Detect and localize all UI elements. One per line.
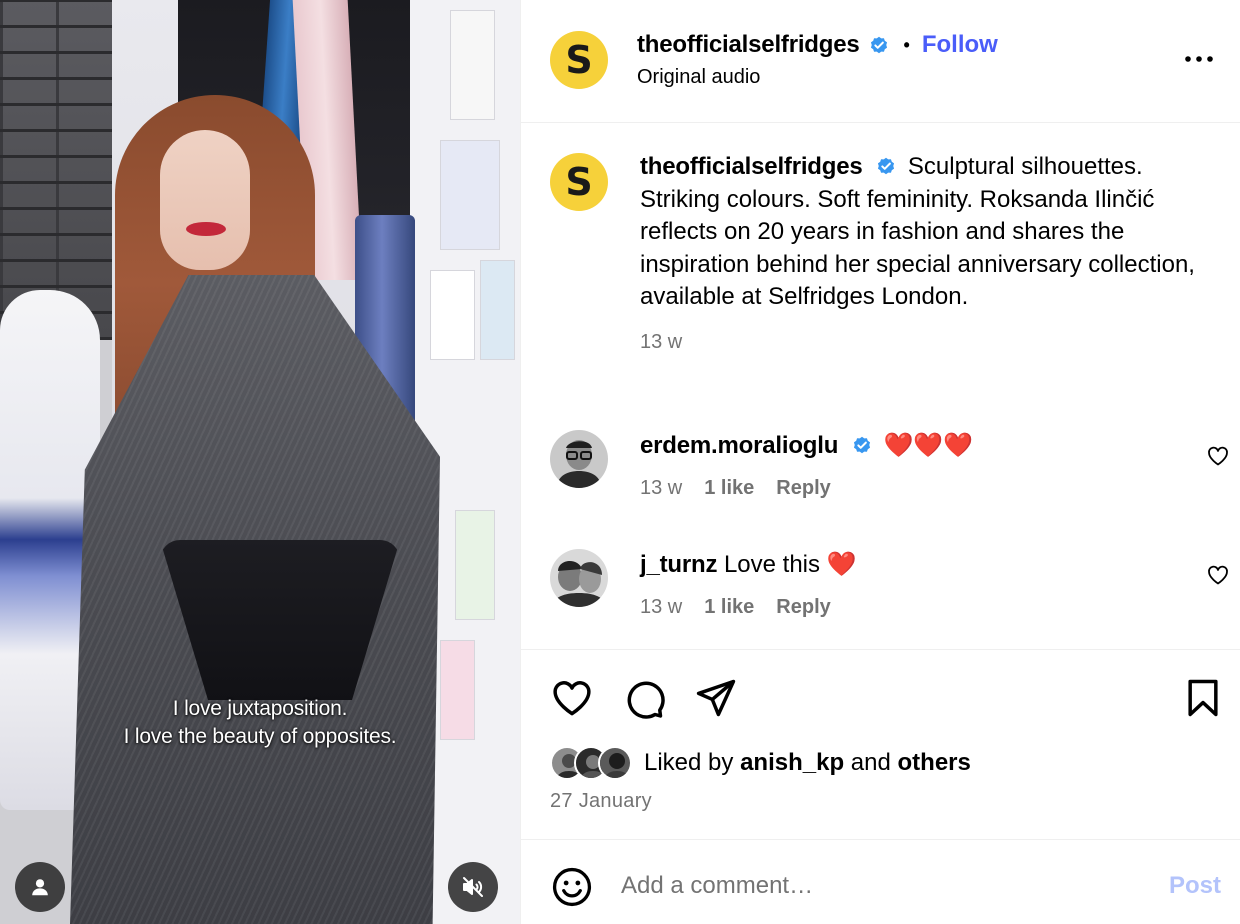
comment-username[interactable]: j_turnz (640, 551, 717, 578)
comment-meta: 13 w 1 like Reply (640, 477, 831, 500)
person-icon (32, 879, 48, 896)
avatar-photo (550, 430, 608, 488)
like-heart-icon[interactable] (550, 676, 594, 720)
caption-body: theofficialselfridges Sculptural silhoue… (640, 151, 1200, 358)
comment-username[interactable]: erdem.moralioglu (640, 432, 838, 459)
caption-timestamp[interactable]: 13 w (640, 326, 1200, 359)
comment-bubble-icon[interactable] (622, 676, 666, 720)
comment-meta: 13 w 1 like Reply (640, 596, 831, 619)
comment-text-row: erdem.moralioglu ❤️❤️❤️ (640, 430, 973, 462)
video-subtitles: I love juxtaposition. I love the beauty … (0, 695, 520, 751)
avatar-letter: S (565, 38, 593, 82)
liked-by-others-link[interactable]: others (898, 749, 971, 776)
author-username[interactable]: theofficialselfridges (637, 31, 860, 59)
post-actions: Liked by anish_kp and others 27 January (521, 649, 1240, 839)
comment-likes[interactable]: 1 like (704, 596, 754, 619)
verified-badge-icon (878, 157, 895, 175)
comment-timestamp[interactable]: 13 w (640, 477, 682, 500)
subtitle-line: I love juxtaposition. (172, 697, 348, 720)
comment-composer: Post (521, 839, 1240, 924)
comment-text: Love this ❤️ (723, 551, 857, 578)
post-comment-button[interactable]: Post (1169, 872, 1221, 900)
liker-avatar[interactable] (598, 746, 632, 780)
post-dialog: I love juxtaposition. I love the beauty … (0, 0, 1240, 924)
avatar-letter: S (565, 160, 593, 204)
like-comment-heart-icon[interactable] (1206, 444, 1230, 468)
comment-input[interactable] (621, 868, 1141, 904)
more-horizontal-icon (1185, 56, 1213, 62)
liked-by-prefix: Liked by (644, 749, 734, 776)
reply-button[interactable]: Reply (776, 477, 830, 500)
reply-button[interactable]: Reply (776, 596, 830, 619)
commenter-avatar[interactable] (550, 549, 608, 607)
tagged-users-button[interactable] (15, 862, 65, 912)
liked-by-text: Liked by anish_kp and others (644, 749, 971, 777)
emoji-picker-icon[interactable] (550, 865, 594, 909)
subtitle-line: I love the beauty of opposites. (123, 725, 397, 748)
liked-by-username[interactable]: anish_kp (740, 749, 844, 776)
commenter-avatar[interactable] (550, 430, 608, 488)
avatar[interactable]: S (550, 153, 608, 211)
caption-username[interactable]: theofficialselfridges (640, 153, 863, 180)
post-video[interactable]: I love juxtaposition. I love the beauty … (0, 0, 520, 924)
video-frame (0, 0, 520, 924)
post-details-panel: S theofficialselfridges • Follow Origina… (520, 0, 1240, 924)
post-date[interactable]: 27 January (550, 790, 652, 813)
likes-summary: Liked by anish_kp and others (550, 746, 971, 780)
comment-likes[interactable]: 1 like (704, 477, 754, 500)
author-row: theofficialselfridges • Follow (637, 30, 998, 60)
liked-by-and: and (850, 749, 891, 776)
separator-dot: • (903, 34, 910, 55)
post-header: S theofficialselfridges • Follow Origina… (521, 0, 1240, 123)
verified-badge-icon (870, 36, 887, 54)
verified-badge-icon (853, 436, 870, 454)
more-options-button[interactable] (1184, 44, 1214, 74)
like-comment-heart-icon[interactable] (1206, 563, 1230, 587)
comment-text-row: j_turnz Love this ❤️ (640, 549, 857, 581)
comment-timestamp[interactable]: 13 w (640, 596, 682, 619)
audio-label[interactable]: Original audio (637, 66, 760, 89)
share-paper-plane-icon[interactable] (694, 676, 738, 720)
comment-text: ❤️❤️❤️ (883, 432, 974, 459)
follow-button[interactable]: Follow (922, 31, 998, 59)
avatar-photo (550, 549, 608, 607)
avatar[interactable]: S (550, 31, 608, 89)
speaker-muted-icon (463, 877, 483, 897)
audio-toggle-button[interactable] (448, 862, 498, 912)
save-bookmark-icon[interactable] (1181, 676, 1225, 720)
